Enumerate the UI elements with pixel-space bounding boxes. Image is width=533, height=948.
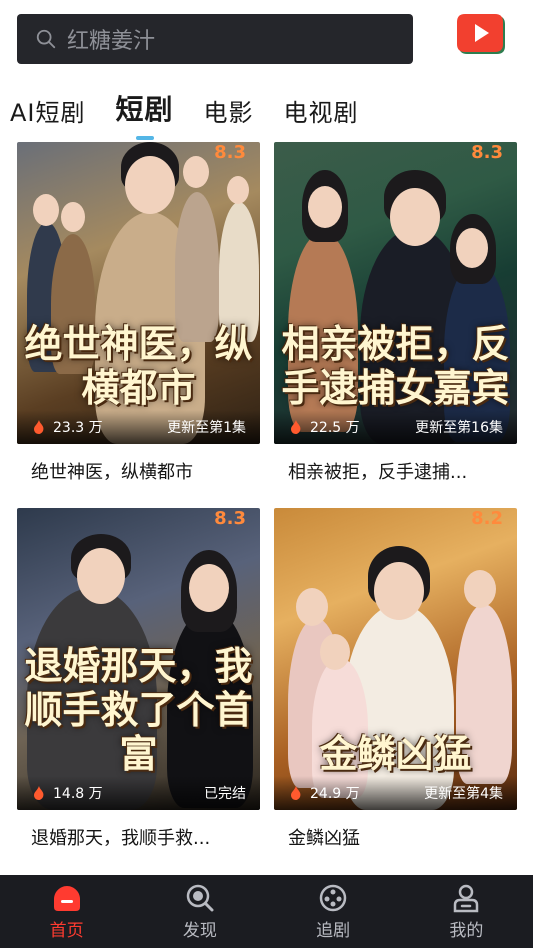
tab-movie[interactable]: 电影 <box>204 93 254 128</box>
nav-home[interactable]: 首页 <box>0 875 133 948</box>
view-count: 22.5 万 <box>290 417 360 437</box>
tab-short-drama[interactable]: 短剧 <box>116 88 174 128</box>
rating-score: 8.3 <box>471 142 503 163</box>
episode-status: 更新至第1集 <box>167 420 246 436</box>
drama-title[interactable]: 退婚那天，我顺手救... <box>17 824 243 850</box>
follow-icon <box>319 884 347 911</box>
drama-card[interactable]: 8.3 相亲被拒，反手逮捕女嘉宾 22.5 万 更新至第16集 相亲被拒，反手逮… <box>274 142 517 484</box>
poster-image[interactable]: 8.3 绝世神医，纵横都市 23.3 万 更新至第1集 <box>17 142 260 444</box>
nav-discover[interactable]: 发现 <box>133 875 266 948</box>
nav-profile-label: 我的 <box>449 920 484 941</box>
view-count: 24.9 万 <box>290 783 360 803</box>
episode-status: 更新至第4集 <box>424 786 503 802</box>
tab-tv-series[interactable]: 电视剧 <box>284 93 359 128</box>
rating-score: 8.3 <box>214 508 246 529</box>
drama-card[interactable]: 8.3 退婚那天，我顺手救了个首富 14.8 万 已完结 退婚那天，我顺手救..… <box>17 508 260 850</box>
poster-title: 金鳞凶猛 <box>319 731 472 776</box>
tab-ai-short[interactable]: AI短剧 <box>10 93 86 128</box>
fire-icon <box>34 420 44 434</box>
poster-title: 绝世神医，纵横都市 <box>24 321 253 410</box>
view-count: 23.3 万 <box>33 417 103 437</box>
view-count-text: 24.9 万 <box>310 786 360 802</box>
drama-title[interactable]: 相亲被拒，反手逮捕... <box>274 458 500 484</box>
fire-icon <box>34 786 44 800</box>
nav-home-label: 首页 <box>49 920 84 941</box>
drama-card[interactable]: 8.3 绝世神医，纵横都市 23.3 万 更新至第1集 绝世神医，纵横都市 <box>17 142 260 484</box>
view-count-text: 23.3 万 <box>53 420 103 436</box>
poster-title: 退婚那天，我顺手救了个首富 <box>24 643 253 776</box>
category-tabs: AI短剧 短剧 电影 电视剧 <box>10 88 389 128</box>
poster-image[interactable]: 8.3 相亲被拒，反手逮捕女嘉宾 22.5 万 更新至第16集 <box>274 142 517 444</box>
discover-icon <box>186 884 214 911</box>
poster-title: 相亲被拒，反手逮捕女嘉宾 <box>281 321 510 410</box>
app-logo-icon[interactable] <box>455 14 507 62</box>
rating-score: 8.2 <box>471 508 503 529</box>
poster-info-bar: 23.3 万 更新至第1集 <box>17 410 260 444</box>
drama-title[interactable]: 金鳞凶猛 <box>274 824 500 850</box>
poster-info-bar: 14.8 万 已完结 <box>17 776 260 810</box>
nav-discover-label: 发现 <box>182 920 217 941</box>
search-bar[interactable]: 红糖姜汁 <box>17 14 413 64</box>
fire-icon <box>291 786 301 800</box>
drama-card[interactable]: 8.2 金鳞凶猛 24.9 万 更新至第4集 金鳞凶猛 <box>274 508 517 850</box>
bottom-nav: 首页 发现 追剧 我的 <box>0 875 533 948</box>
view-count-text: 14.8 万 <box>53 786 103 802</box>
poster-info-bar: 24.9 万 更新至第4集 <box>274 776 517 810</box>
fire-icon <box>291 420 301 434</box>
home-icon <box>53 885 80 911</box>
profile-icon <box>454 884 479 912</box>
search-placeholder: 红糖姜汁 <box>67 29 156 54</box>
nav-profile[interactable]: 我的 <box>400 875 533 948</box>
episode-status: 更新至第16集 <box>415 420 503 436</box>
search-icon <box>36 29 56 49</box>
episode-status: 已完结 <box>204 786 246 802</box>
view-count: 14.8 万 <box>33 783 103 803</box>
poster-image[interactable]: 8.3 退婚那天，我顺手救了个首富 14.8 万 已完结 <box>17 508 260 810</box>
nav-follow-label: 追剧 <box>316 920 351 941</box>
nav-follow[interactable]: 追剧 <box>267 875 400 948</box>
rating-score: 8.3 <box>214 142 246 163</box>
view-count-text: 22.5 万 <box>310 420 360 436</box>
poster-image[interactable]: 8.2 金鳞凶猛 24.9 万 更新至第4集 <box>274 508 517 810</box>
drama-title[interactable]: 绝世神医，纵横都市 <box>17 458 243 484</box>
poster-info-bar: 22.5 万 更新至第16集 <box>274 410 517 444</box>
